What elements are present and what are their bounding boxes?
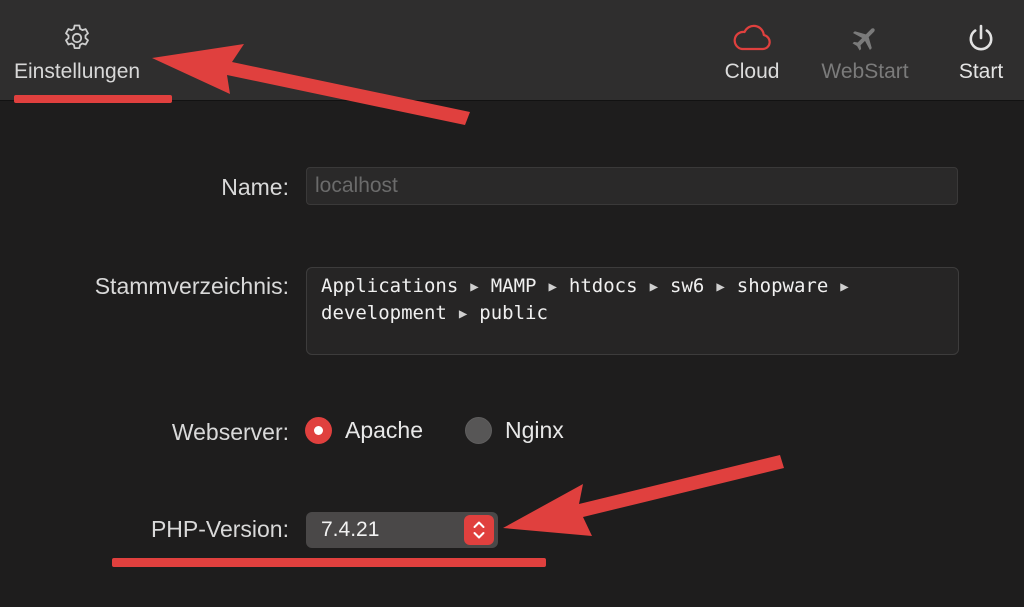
path-segment: Applications ▶: [321, 274, 491, 301]
path-separator-icon: ▶: [470, 279, 479, 295]
path-segment: sw6 ▶: [670, 274, 737, 301]
radio-unselected-icon: [465, 416, 492, 444]
path-segment-label: Applications: [321, 275, 459, 297]
toolbar-settings-button[interactable]: Einstellungen: [14, 22, 140, 84]
path-segment: development ▶: [321, 301, 479, 328]
toolbar-webstart-label: WebStart: [821, 60, 909, 83]
path-separator-icon: ▶: [458, 306, 468, 322]
toolbar-cloud-label: Cloud: [724, 60, 780, 83]
cloud-icon: [733, 24, 771, 51]
path-segment-label: shopware: [736, 275, 829, 297]
radio-label-nginx: Nginx: [505, 416, 564, 443]
webserver-radio-apache[interactable]: Apache: [305, 415, 423, 445]
toolbar-cloud-button[interactable]: Cloud: [718, 22, 786, 84]
name-input[interactable]: [306, 167, 958, 205]
airplane-icon: [852, 28, 875, 51]
gear-icon: [65, 24, 89, 49]
path-separator-icon: ▶: [548, 279, 557, 295]
path-segment: public: [479, 301, 548, 328]
root-directory-label: Stammverzeichnis:: [94, 273, 289, 299]
path-separator-icon: ▶: [649, 279, 658, 295]
path-separator-icon: ▶: [840, 279, 849, 295]
annotation-arrow-php: [503, 455, 784, 536]
power-icon: [969, 24, 993, 51]
php-version-select[interactable]: 7.4.21: [306, 512, 498, 548]
radio-label-apache: Apache: [345, 416, 424, 443]
path-segment-label: development: [321, 302, 447, 324]
toolbar-settings-label: Einstellungen: [14, 60, 141, 83]
annotation-underline-php: [112, 558, 546, 567]
radio-selected-icon: [305, 416, 332, 444]
toolbar-start-button[interactable]: Start: [950, 22, 1012, 84]
webserver-radio-nginx[interactable]: Nginx: [465, 415, 564, 445]
path-segment-label: public: [479, 302, 548, 324]
root-directory-path[interactable]: Applications ▶ MAMP ▶ htdocs ▶ sw6 ▶ shopware ▶ de…: [306, 267, 959, 355]
chevron-up-down-icon: [473, 521, 485, 539]
path-segment-label: htdocs: [568, 275, 638, 297]
toolbar-webstart-button[interactable]: WebStart: [814, 22, 916, 84]
path-segment: shopware ▶: [737, 274, 861, 301]
php-version-stepper[interactable]: [464, 515, 494, 545]
php-version-value: 7.4.21: [321, 518, 380, 541]
path-segment: MAMP ▶: [491, 274, 569, 301]
webserver-label: Webserver:: [171, 419, 289, 445]
toolbar: Einstellungen Cloud WebStart Start: [0, 0, 1024, 101]
php-version-label: PHP-Version:: [150, 516, 289, 542]
name-label: Name:: [221, 174, 289, 200]
toolbar-start-label: Start: [958, 60, 1004, 83]
path-separator-icon: ▶: [716, 279, 725, 295]
path-segment-label: sw6: [670, 275, 705, 297]
path-segment-label: MAMP: [490, 275, 537, 297]
path-segment: htdocs ▶: [569, 274, 670, 301]
